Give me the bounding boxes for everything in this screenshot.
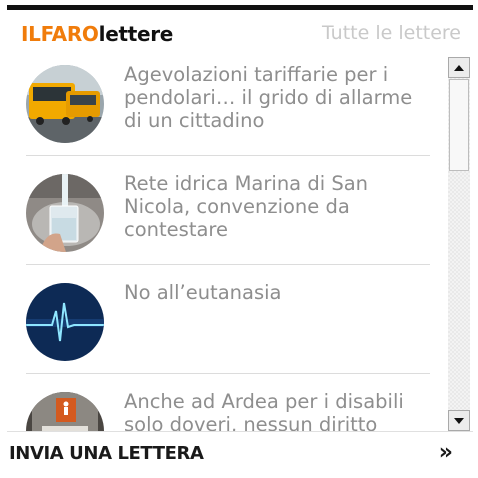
scroll-down-arrow-icon [454,418,464,424]
bus-photo-icon [26,65,104,143]
divider [26,264,430,265]
brand-logo[interactable]: ILFAROlettere [21,22,173,46]
letters-list: Agevolazioni tariffarie per i pendolari…… [7,57,473,431]
list-item[interactable]: Anche ad Ardea per i disabili solo dover… [26,384,431,431]
disabled-sign-photo-icon [26,392,104,431]
letter-title: Anche ad Ardea per i disabili solo dover… [124,390,404,431]
scroll-down-button[interactable] [448,410,470,431]
heartbeat-thumbnail [26,283,104,361]
send-letter-link[interactable]: INVIA UNA LETTERA [9,443,204,464]
bus-thumbnail [26,65,104,143]
list-item[interactable]: Rete idrica Marina di San Nicola, conven… [26,166,431,274]
scrollbar-thumb[interactable] [449,79,469,171]
letter-title: No all’eutanasia [124,281,282,304]
list-item[interactable]: No all’eutanasia [26,275,431,383]
disabled-sign-thumbnail [26,392,104,431]
vertical-scrollbar[interactable] [448,57,470,431]
letter-title: Rete idrica Marina di San Nicola, conven… [124,172,369,241]
widget-footer: INVIA UNA LETTERA » [7,431,473,473]
brand-section: lettere [98,22,174,46]
divider [26,155,430,156]
widget-header: ILFAROlettere Tutte le lettere [7,20,473,52]
double-chevron-right-icon[interactable]: » [439,440,453,465]
list-item[interactable]: Agevolazioni tariffarie per i pendolari…… [26,57,431,165]
all-letters-link[interactable]: Tutte le lettere [322,22,461,44]
water-glass-thumbnail [26,174,104,252]
water-glass-photo-icon [26,174,104,252]
scroll-up-arrow-icon [454,65,464,71]
scroll-up-button[interactable] [448,57,470,78]
top-bar [7,5,473,10]
letters-widget: ILFAROlettere Tutte le lettere Agevolazi… [7,5,473,473]
brand-name: ILFARO [21,22,99,46]
heartbeat-photo-icon [26,283,104,361]
letter-title: Agevolazioni tariffarie per i pendolari…… [124,63,413,132]
divider [26,373,430,374]
